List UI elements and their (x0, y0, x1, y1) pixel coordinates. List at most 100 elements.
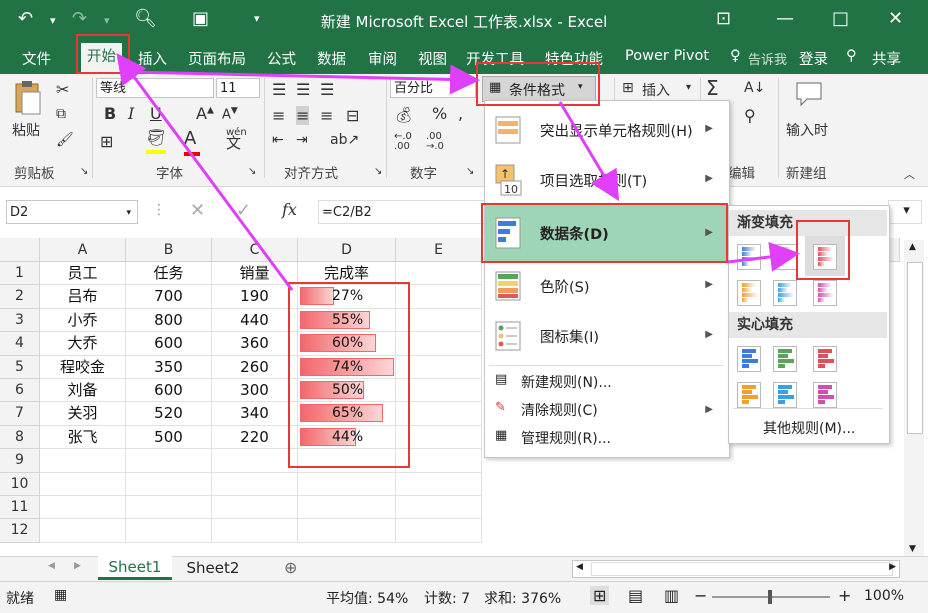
cell[interactable] (126, 449, 212, 473)
menu-item-top-bottom-rules[interactable]: ↑ 10 项目选取规则(T) ▶ (485, 155, 727, 205)
input-time-button[interactable]: 输入时 (786, 120, 828, 140)
cell[interactable]: 220 (212, 425, 298, 450)
login-link[interactable]: 登录 (799, 48, 828, 69)
cell[interactable] (298, 472, 396, 496)
menu-item-manage-rules[interactable]: ▦ 管理规则(R)... (485, 425, 727, 451)
cell[interactable]: 190 (212, 285, 298, 309)
cell[interactable]: 大乔 (40, 332, 126, 356)
menu-item-new-rule[interactable]: ▤ 新建规则(N)... (485, 369, 727, 395)
ribbon-display-icon[interactable]: ⊡ (716, 8, 731, 29)
cell[interactable] (212, 496, 298, 520)
cell[interactable]: 吕布 (40, 285, 126, 309)
clipboard-launcher-icon[interactable]: ↘ (80, 166, 88, 177)
prev-sheet-icon[interactable]: ◀ (48, 561, 55, 571)
merge-center-icon[interactable]: ⊟ (346, 106, 359, 125)
expand-formula-icon[interactable]: ▾ (888, 200, 922, 224)
menu-item-color-scales[interactable]: 色阶(S) ▶ (485, 261, 727, 311)
middle-align-icon[interactable]: ☰ (296, 80, 310, 99)
row-header[interactable]: 6 (0, 379, 40, 403)
alignment-launcher-icon[interactable]: ↘ (374, 166, 382, 177)
cell[interactable] (40, 496, 126, 520)
zoom-slider[interactable] (712, 590, 830, 604)
zoom-in-icon[interactable]: + (838, 586, 851, 605)
cell[interactable] (396, 472, 482, 496)
cell[interactable]: 340 (212, 402, 298, 426)
comma-icon[interactable]: , (458, 104, 463, 123)
align-center-icon[interactable]: ≡ (296, 106, 310, 125)
tab-data[interactable]: 数据 (317, 48, 346, 69)
fill-color-icon[interactable]: 🪣︎ (146, 128, 166, 154)
align-left-icon[interactable]: ≡ (272, 106, 285, 125)
cut-icon[interactable]: ✂ (56, 80, 69, 99)
solid-orange-icon[interactable] (737, 382, 761, 408)
cell[interactable] (298, 519, 396, 543)
paste-button[interactable]: 粘贴 (12, 120, 40, 140)
gradient-lightblue-icon[interactable] (773, 280, 797, 306)
align-right-icon[interactable]: ≡ (320, 106, 333, 125)
column-header[interactable]: C (212, 238, 298, 262)
cell[interactable]: 260 (212, 355, 298, 379)
column-header[interactable]: D (298, 238, 396, 262)
bold-button[interactable]: B (104, 104, 116, 123)
decrease-decimal-icon[interactable]: .00 →.0 (426, 132, 444, 152)
column-header[interactable]: B (126, 238, 212, 262)
page-break-view-icon[interactable]: ▥ (664, 586, 679, 605)
percent-icon[interactable]: % (432, 104, 447, 123)
confirm-formula-icon[interactable]: ✓ (236, 200, 251, 221)
cell[interactable]: 350 (126, 355, 212, 379)
solid-purple-icon[interactable] (813, 382, 837, 408)
cell[interactable] (40, 472, 126, 496)
menu-item-clear-rules[interactable]: ✎ 清除规则(C) ▶ (485, 397, 727, 423)
row-header[interactable]: 9 (0, 449, 40, 473)
number-launcher-icon[interactable]: ↘ (466, 166, 474, 177)
cell[interactable]: 张飞 (40, 425, 126, 450)
find-icon[interactable]: ⚲ (744, 106, 756, 125)
cell[interactable]: 程咬金 (40, 355, 126, 379)
font-color-icon[interactable]: A (184, 128, 200, 156)
increase-font-button[interactable]: A▲ (196, 104, 214, 123)
vertical-scrollbar[interactable]: ▲ ▼ (904, 240, 924, 558)
normal-view-icon[interactable]: ⊞ (590, 586, 610, 605)
cell[interactable]: 520 (126, 402, 212, 426)
collapse-ribbon-icon[interactable]: ︿ (904, 166, 915, 182)
cell[interactable]: 刘备 (40, 379, 126, 403)
select-all-corner[interactable] (0, 238, 40, 262)
header-cell[interactable]: 员工 (40, 262, 126, 286)
font-size-select[interactable]: 11 (216, 78, 260, 98)
close-icon[interactable]: ✕ (888, 8, 903, 29)
cell[interactable] (126, 519, 212, 543)
row-header[interactable]: 7 (0, 402, 40, 426)
sheet-tab-1[interactable]: Sheet1 (98, 556, 172, 580)
currency-icon[interactable]: 💰︎ (394, 106, 413, 124)
gradient-orange-icon[interactable] (737, 280, 761, 306)
maximize-icon[interactable]: □ (832, 8, 849, 29)
orientation-icon[interactable]: ab↗ (330, 132, 359, 148)
minimize-icon[interactable]: — (776, 8, 794, 29)
cell[interactable] (40, 449, 126, 473)
share-button[interactable]: 共享 (872, 48, 901, 69)
decrease-font-button[interactable]: A▼ (222, 106, 238, 122)
speech-bubble-icon[interactable] (794, 80, 824, 108)
cell[interactable] (212, 472, 298, 496)
cell[interactable] (40, 519, 126, 543)
row-header[interactable]: 10 (0, 472, 40, 496)
border-icon[interactable]: ⊞ (100, 132, 113, 151)
cell[interactable] (126, 472, 212, 496)
tab-formulas[interactable]: 公式 (267, 48, 296, 69)
increase-decimal-icon[interactable]: ←.0.00 (394, 132, 412, 152)
zoom-out-icon[interactable]: − (694, 586, 707, 605)
font-name-select[interactable]: 等线 (96, 78, 214, 98)
tab-view[interactable]: 视图 (418, 48, 447, 69)
increase-indent-icon[interactable]: ⇥ (296, 132, 308, 148)
tell-me-box[interactable]: 告诉我 (748, 49, 787, 68)
tab-page-layout[interactable]: 页面布局 (188, 48, 246, 69)
row-header[interactable]: 11 (0, 496, 40, 520)
row-header[interactable]: 8 (0, 425, 40, 450)
cell[interactable]: 600 (126, 379, 212, 403)
horizontal-scrollbar[interactable]: ◀ ▶ (572, 560, 900, 578)
top-align-icon[interactable]: ☰ (272, 80, 286, 99)
more-rules-link[interactable]: 其他规则(M)... (763, 418, 855, 438)
column-header[interactable]: E (396, 238, 482, 262)
next-sheet-icon[interactable]: ▶ (74, 561, 81, 571)
macro-record-icon[interactable]: ▦ (54, 587, 67, 603)
